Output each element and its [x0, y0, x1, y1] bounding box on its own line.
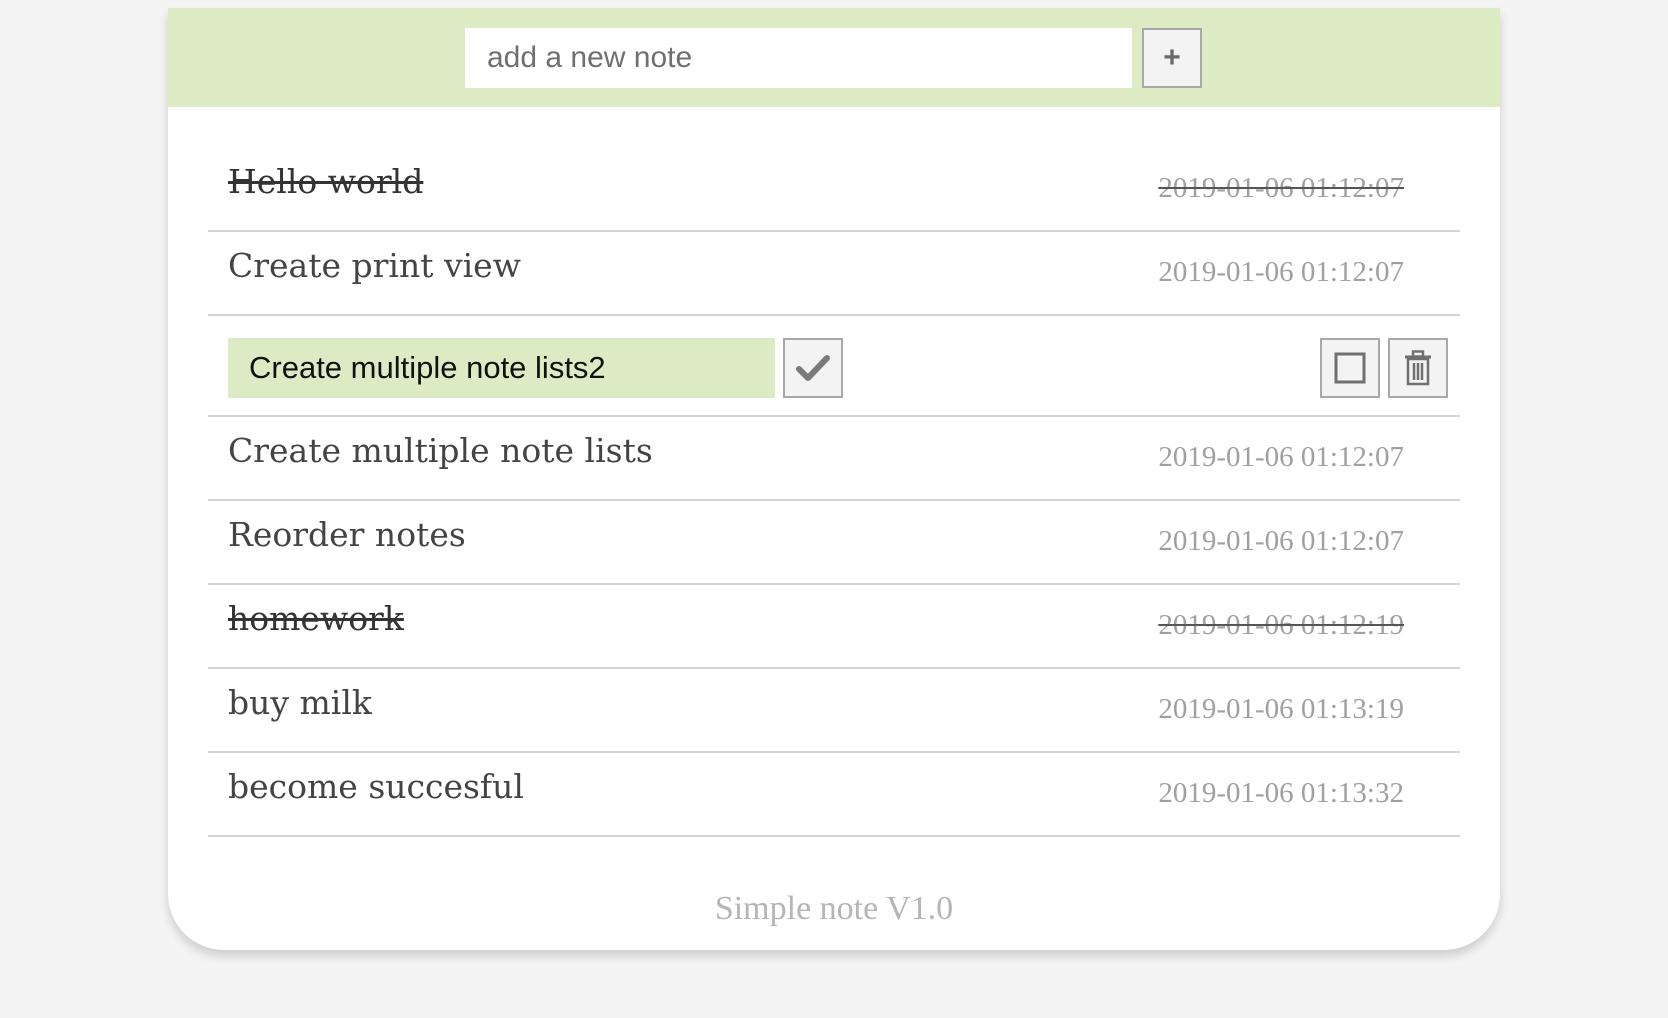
note-row: Create print view 2019-01-06 01:12:07 [208, 232, 1460, 316]
note-text[interactable]: Create print view [228, 246, 521, 285]
note-timestamp: 2019-01-06 01:13:32 [1158, 777, 1404, 809]
note-text[interactable]: Reorder notes [228, 515, 466, 554]
checkmark-icon [796, 354, 830, 382]
header-bar: + [168, 8, 1500, 107]
trash-icon [1403, 350, 1433, 386]
delete-note-button[interactable] [1388, 338, 1448, 398]
note-text[interactable]: Hello world [228, 162, 423, 201]
note-text[interactable]: buy milk [228, 683, 372, 722]
note-row: become succesful 2019-01-06 01:13:32 [208, 753, 1460, 837]
edit-note-input[interactable] [228, 338, 775, 398]
note-text[interactable]: Create multiple note lists [228, 431, 653, 470]
note-row: Reorder notes 2019-01-06 01:12:07 [208, 501, 1460, 585]
footer-version: Simple note V1.0 [714, 890, 954, 927]
note-app-card: + Hello world 2019-01-06 01:12:07 Create… [168, 8, 1500, 950]
note-text[interactable]: become succesful [228, 767, 524, 806]
note-row: homework 2019-01-06 01:12:19 [208, 585, 1460, 669]
note-text[interactable]: homework [228, 599, 404, 638]
note-row: Hello world 2019-01-06 01:12:07 [208, 148, 1460, 232]
note-timestamp: 2019-01-06 01:13:19 [1158, 693, 1404, 725]
note-timestamp: 2019-01-06 01:12:07 [1158, 525, 1404, 557]
add-note-button[interactable]: + [1142, 28, 1202, 88]
toggle-done-button[interactable] [1320, 338, 1380, 398]
note-timestamp: 2019-01-06 01:12:07 [1158, 441, 1404, 473]
square-checkbox-icon [1334, 352, 1366, 384]
confirm-edit-button[interactable] [783, 338, 843, 398]
note-timestamp: 2019-01-06 01:12:07 [1158, 256, 1404, 288]
note-row-editing [208, 316, 1460, 417]
note-row: Create multiple note lists 2019-01-06 01… [208, 417, 1460, 501]
new-note-input[interactable] [465, 28, 1132, 88]
note-timestamp: 2019-01-06 01:12:07 [1158, 172, 1404, 204]
note-timestamp: 2019-01-06 01:12:19 [1158, 609, 1404, 641]
notes-list: Hello world 2019-01-06 01:12:07 Create p… [208, 148, 1460, 837]
note-row: buy milk 2019-01-06 01:13:19 [208, 669, 1460, 753]
